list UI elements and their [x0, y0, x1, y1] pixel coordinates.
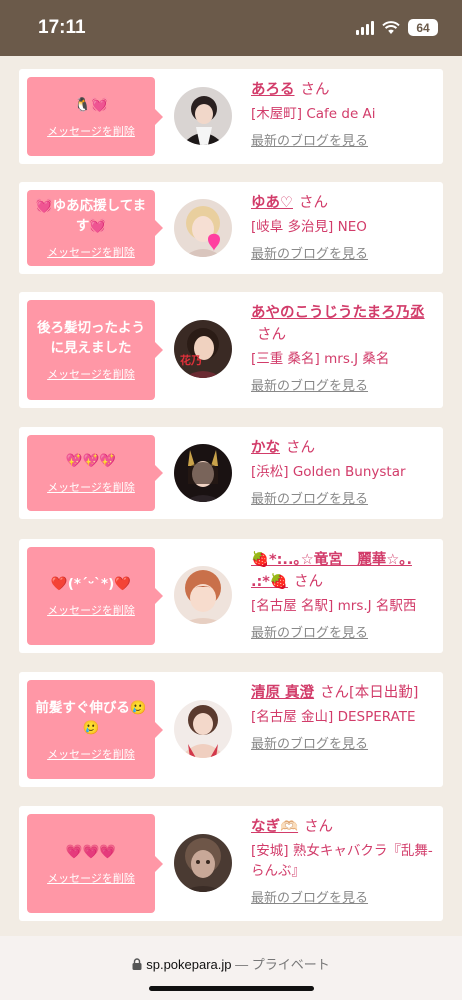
message-text: ❤️(*´ᵕ`*)❤️: [50, 576, 132, 592]
shop-name: [名古屋 名駅] mrs.J 名駅西: [251, 598, 417, 614]
cast-info: 🍓*:..｡☆竜宮 麗華☆｡. .:*🍓 さん [名古屋 名駅] mrs.J 名駅…: [251, 549, 433, 641]
delete-message-link[interactable]: メッセージを削除: [47, 746, 135, 762]
latest-blog-link[interactable]: 最新のブログを見る: [251, 130, 368, 149]
cast-name-link[interactable]: なぎ🫶🏻: [251, 819, 298, 835]
message-bubble: 💖💖💖 メッセージを削除: [27, 435, 163, 511]
name-suffix: さん: [299, 195, 328, 211]
message-bubble: 前髪すぐ伸びる🥲🥲 メッセージを削除: [27, 680, 163, 779]
avatar[interactable]: [174, 444, 232, 502]
message-card: 💗💗💗 メッセージを削除 なぎ🫶🏻 さん [安城] 熟女キャバクラ『乱舞-らんぶ』…: [19, 806, 443, 921]
cast-info: なぎ🫶🏻 さん [安城] 熟女キャバクラ『乱舞-らんぶ』 最新のブログを見る: [251, 816, 433, 906]
shop-name: [岐阜 多治見] NEO: [251, 219, 367, 235]
avatar[interactable]: [174, 834, 232, 892]
latest-blog-link[interactable]: 最新のブログを見る: [251, 488, 368, 507]
delete-message-link[interactable]: メッセージを削除: [47, 123, 135, 139]
message-text: 🐧💓: [74, 96, 108, 113]
latest-blog-link[interactable]: 最新のブログを見る: [251, 887, 368, 906]
message-card: 🐧💓 メッセージを削除 あろる さん [木屋町] Cafe de Ai 最新のブロ…: [19, 69, 443, 164]
latest-blog-link[interactable]: 最新のブログを見る: [251, 243, 368, 262]
name-suffix: さん: [304, 819, 334, 835]
latest-blog-link[interactable]: 最新のブログを見る: [251, 733, 368, 752]
delete-message-link[interactable]: メッセージを削除: [47, 870, 135, 886]
message-bubble: 💓ゆあ応援してます💓 メッセージを削除: [27, 190, 163, 266]
url-domain: sp.pokepara.jp: [146, 957, 232, 972]
cellular-signal-icon: [356, 20, 374, 35]
message-card: ❤️(*´ᵕ`*)❤️ メッセージを削除 🍓*:..｡☆竜宮 麗華☆｡. .:*…: [19, 539, 443, 653]
message-card: 後ろ髪切ったように見えました メッセージを削除 花乃 あやのこうじうたまろ乃丞さ…: [19, 292, 443, 408]
status-bar: 17:11 64: [0, 0, 462, 56]
message-list: 🐧💓 メッセージを削除 あろる さん [木屋町] Cafe de Ai 最新のブロ…: [0, 56, 462, 936]
cast-name-link[interactable]: 🍓*:..｡☆竜宮 麗華☆｡. .:*🍓: [251, 552, 412, 590]
private-mode-label: — プライベート: [235, 957, 330, 972]
svg-text:花乃: 花乃: [180, 353, 202, 367]
shop-name: [安城] 熟女キャバクラ『乱舞-らんぶ』: [251, 843, 433, 879]
avatar[interactable]: [174, 700, 232, 758]
battery-icon: 64: [408, 19, 438, 36]
avatar[interactable]: [174, 199, 232, 257]
avatar[interactable]: [174, 566, 232, 624]
name-suffix: さん[本日出勤]: [320, 685, 419, 701]
message-card: 💓ゆあ応援してます💓 メッセージを削除 ゆあ♡ さん [岐阜 多治見] NEO 最…: [19, 182, 443, 274]
cast-name-link[interactable]: あやのこうじうたまろ乃丞: [251, 305, 425, 321]
name-suffix: さん: [300, 82, 330, 98]
cast-name-link[interactable]: かな: [251, 440, 280, 456]
address-bar[interactable]: sp.pokepara.jp — プライベート: [0, 954, 462, 973]
cast-name-link[interactable]: 清原 真澄: [251, 685, 314, 701]
message-text: 💗💗💗: [65, 843, 117, 860]
message-bubble: ❤️(*´ᵕ`*)❤️ メッセージを削除: [27, 547, 163, 645]
delete-message-link[interactable]: メッセージを削除: [47, 244, 135, 260]
cast-name-link[interactable]: あろる: [251, 82, 295, 98]
shop-name: [木屋町] Cafe de Ai: [251, 106, 376, 122]
message-text: 💓ゆあ応援してます💓: [35, 198, 147, 234]
wifi-icon: [382, 20, 400, 34]
status-icons: 64: [356, 19, 438, 36]
name-suffix: さん: [293, 574, 323, 590]
message-card: 💖💖💖 メッセージを削除 かな さん [浜松] Golden Bunystar 最…: [19, 427, 443, 519]
latest-blog-link[interactable]: 最新のブログを見る: [251, 375, 368, 394]
name-suffix: さん: [286, 440, 315, 456]
browser-bottom-bar: sp.pokepara.jp — プライベート: [0, 936, 462, 1000]
delete-message-link[interactable]: メッセージを削除: [47, 366, 135, 382]
cast-info: あろる さん [木屋町] Cafe de Ai 最新のブログを見る: [251, 79, 433, 149]
message-text: 後ろ髪切ったように見えました: [37, 320, 145, 356]
latest-blog-link[interactable]: 最新のブログを見る: [251, 622, 368, 641]
delete-message-link[interactable]: メッセージを削除: [47, 479, 135, 495]
cast-info: かな さん [浜松] Golden Bunystar 最新のブログを見る: [251, 437, 433, 507]
status-time: 17:11: [38, 17, 86, 38]
cast-info: 清原 真澄 さん[本日出勤] [名古屋 金山] DESPERATE 最新のブログを…: [251, 682, 433, 752]
message-bubble: 後ろ髪切ったように見えました メッセージを削除: [27, 300, 163, 400]
cast-name-link[interactable]: ゆあ♡: [251, 195, 293, 211]
shop-name: [浜松] Golden Bunystar: [251, 464, 406, 480]
message-text: 💖💖💖: [65, 453, 117, 469]
delete-message-link[interactable]: メッセージを削除: [47, 602, 135, 618]
avatar[interactable]: [174, 87, 232, 145]
home-indicator[interactable]: [149, 986, 314, 991]
shop-name: [三重 桑名] mrs.J 桑名: [251, 351, 390, 367]
cast-info: ゆあ♡ さん [岐阜 多治見] NEO 最新のブログを見る: [251, 192, 433, 262]
cast-info: あやのこうじうたまろ乃丞さん [三重 桑名] mrs.J 桑名 最新のブログを見…: [251, 302, 433, 394]
shop-name: [名古屋 金山] DESPERATE: [251, 709, 416, 725]
message-card: 前髪すぐ伸びる🥲🥲 メッセージを削除 清原 真澄 さん[本日出勤] [名古屋 金山…: [19, 672, 443, 787]
lock-icon: [132, 958, 142, 970]
message-text: 前髪すぐ伸びる🥲🥲: [35, 699, 147, 736]
name-suffix: さん: [257, 327, 286, 343]
avatar[interactable]: 花乃: [174, 320, 232, 378]
message-bubble: 💗💗💗 メッセージを削除: [27, 814, 163, 913]
message-bubble: 🐧💓 メッセージを削除: [27, 77, 163, 156]
